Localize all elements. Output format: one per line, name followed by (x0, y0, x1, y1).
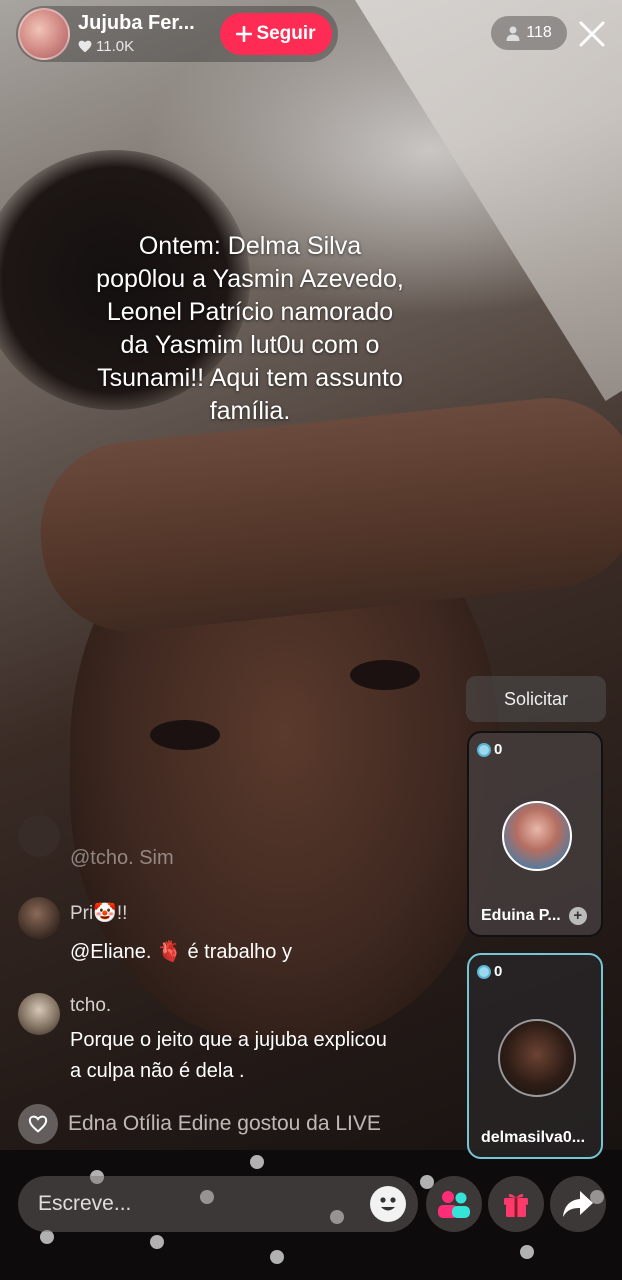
comment-user[interactable]: Pri🤡!! (70, 901, 127, 925)
coin-icon (477, 964, 491, 979)
gift-button[interactable] (488, 1176, 544, 1232)
comment-text: @tcho. Sim (70, 847, 174, 869)
comment-text-line: a culpa não é dela . (70, 1060, 245, 1082)
coin-icon (477, 742, 491, 757)
add-guest-icon[interactable]: + (568, 907, 587, 925)
comment-user[interactable]: tcho. (70, 995, 111, 1017)
comment-avatar[interactable] (18, 993, 60, 1035)
caption-line: Ontem: Delma Silva (138, 232, 362, 260)
guest-coins: 0 (477, 741, 502, 758)
caption-line: Tsunami!! Aqui tem assunto (97, 364, 403, 392)
comment-text: @Eliane. 🫀 é trabalho y (70, 941, 292, 963)
multi-guest-button[interactable] (426, 1176, 482, 1232)
guest-coins-value: 0 (494, 741, 503, 758)
host-name[interactable]: Jujuba Fer... (78, 12, 195, 35)
comment-input-placeholder: Escreve... (38, 1192, 132, 1215)
caption-line: família. (209, 397, 291, 425)
comment-text-line: Porque o jeito que a jujuba explicou (70, 1029, 387, 1051)
caption-line: pop0lou a Yasmin Azevedo, (96, 265, 404, 293)
share-icon (563, 1191, 593, 1217)
close-icon[interactable] (576, 18, 608, 50)
comment-avatar[interactable] (18, 897, 60, 939)
caption-line: Leonel Patrício namorado (106, 298, 394, 326)
guest-coins: 0 (477, 963, 502, 980)
background-eye-left (150, 720, 220, 750)
host-avatar[interactable] (18, 8, 70, 60)
guest-card[interactable]: 0 delmasilva0... (467, 953, 603, 1159)
follow-label: Seguir (256, 23, 316, 44)
viewer-count[interactable]: 118 (491, 16, 567, 50)
guest-avatar[interactable] (498, 1019, 576, 1097)
caption-line: da Yasmim lut0u com o (120, 331, 380, 359)
request-join-button[interactable]: Solicitar (466, 676, 606, 722)
plus-icon (236, 26, 253, 42)
comment-avatar (18, 815, 60, 857)
guest-card[interactable]: 0 Eduina P... + (467, 731, 603, 937)
gift-icon (504, 1194, 528, 1217)
viewer-count-value: 118 (526, 24, 552, 41)
share-button[interactable] (550, 1176, 606, 1232)
heart-icon (18, 1104, 58, 1144)
live-caption: Ontem: Delma Silva pop0lou a Yasmin Azev… (40, 230, 460, 428)
host-likes-count: 11.0K (96, 38, 135, 55)
guest-name-row: delmasilva0... (481, 1129, 585, 1147)
host-likes: 11.0K (78, 38, 134, 55)
comment-input[interactable]: Escreve... (18, 1176, 418, 1232)
background-eye-right (350, 660, 420, 690)
guest-avatar[interactable] (502, 801, 572, 871)
emoji-icon[interactable] (370, 1186, 406, 1222)
guest-name: Eduina P... (481, 907, 561, 924)
guest-name-row: Eduina P... + (481, 907, 587, 925)
follow-button[interactable]: Seguir (220, 13, 332, 55)
like-notification-text: Edna Otília Edine gostou da LIVE (68, 1112, 381, 1135)
guest-coins-value: 0 (494, 963, 503, 980)
heart-icon (78, 40, 92, 53)
person-icon (506, 26, 520, 41)
multi-guest-icon (438, 1191, 470, 1218)
guest-name: delmasilva0... (481, 1129, 586, 1146)
like-notification: Edna Otília Edine gostou da LIVE (18, 1104, 381, 1144)
